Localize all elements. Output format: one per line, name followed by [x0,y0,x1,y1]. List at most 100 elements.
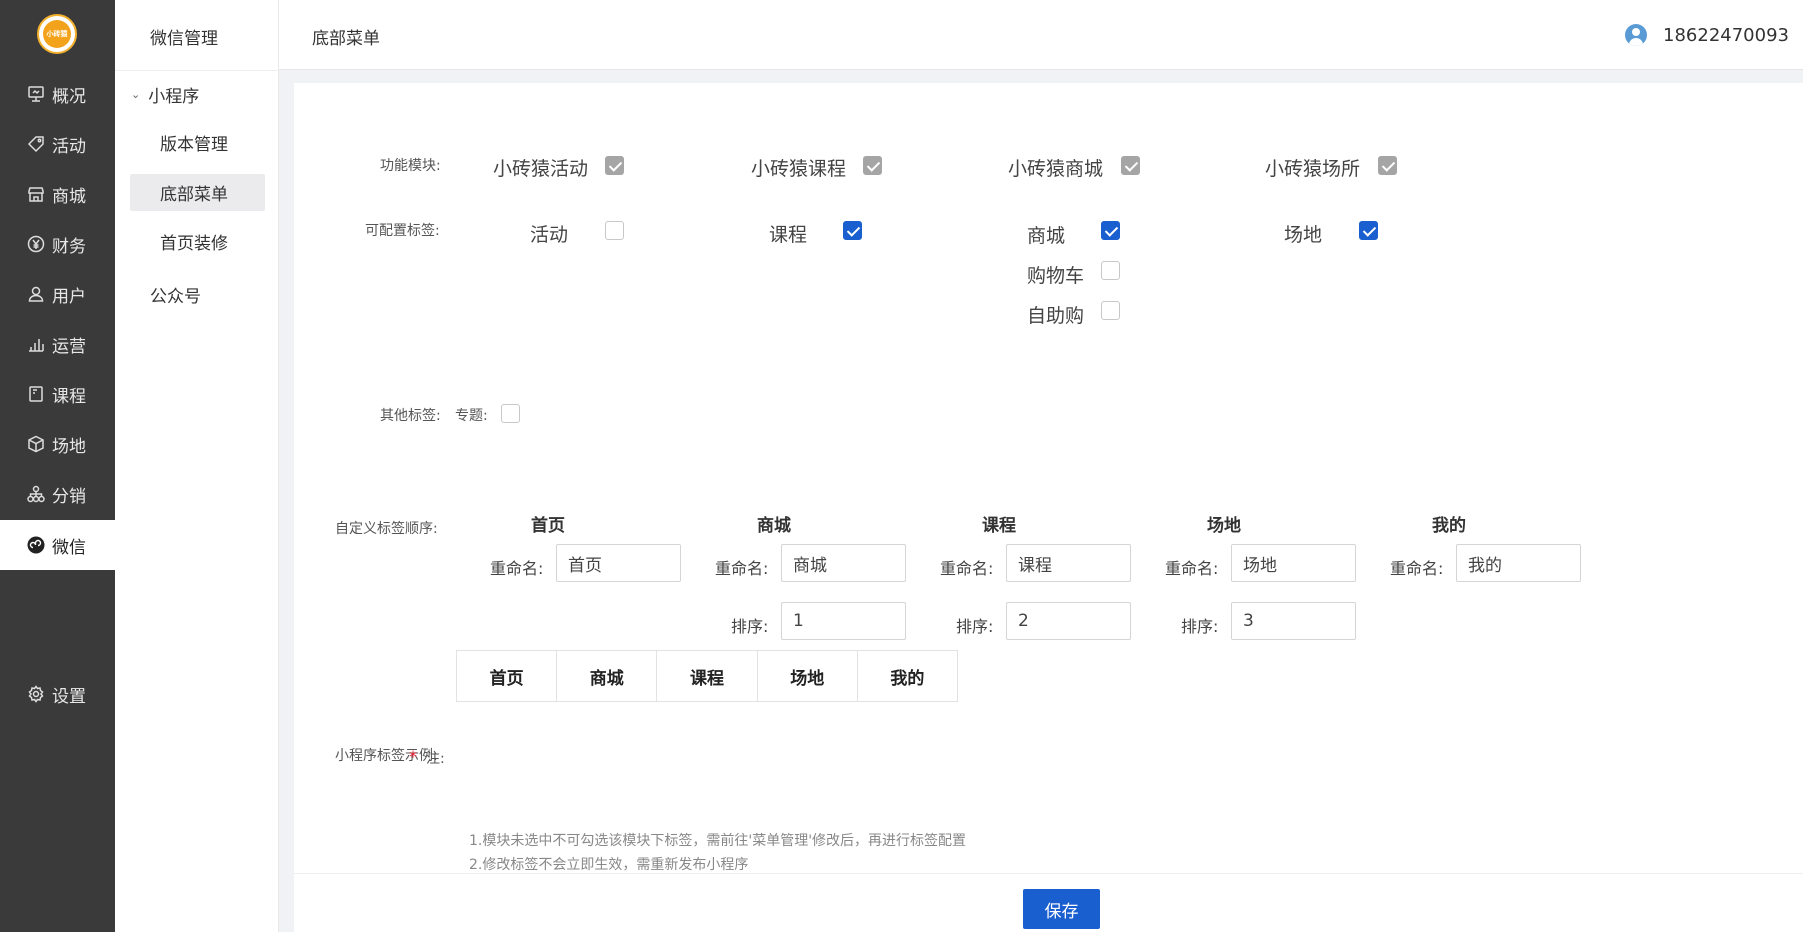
note-line-2: 2.修改标签不会立即生效，需重新发布小程序 [469,857,749,873]
config-checkbox-mall[interactable] [1101,221,1120,240]
nav-item-users[interactable]: 用户 [0,269,115,319]
preview-tab-course: 课程 [657,651,758,701]
user-phone: 18622470093 [1663,24,1789,46]
nav-label: 场地 [52,436,86,457]
rename-input-venue[interactable] [1231,544,1356,582]
nav-item-venue[interactable]: 场地 [0,419,115,469]
nav-label: 分销 [52,486,86,507]
nav-label: 用户 [52,286,86,307]
module-checkbox-course[interactable] [863,156,882,175]
column-title-course: 课程 [982,516,1016,536]
subnav-group-label: 小程序 [148,87,200,107]
note-line-1: 1.模块未选中不可勾选该模块下标签，需前往'菜单管理'修改后，再进行标签配置 [469,833,967,849]
column-title-home: 首页 [531,516,565,536]
user-menu[interactable]: 18622470093 [1625,24,1789,46]
tag-icon [26,134,46,154]
nav-item-operations[interactable]: 运营 [0,319,115,369]
save-button[interactable]: 保存 [1023,889,1100,929]
gear-icon [26,684,46,704]
topic-checkbox[interactable] [501,404,520,423]
nav-label: 概况 [52,86,86,107]
nav-item-course[interactable]: 课程 [0,369,115,419]
book-icon [26,384,46,404]
sort-input-venue[interactable] [1231,602,1356,640]
nav-item-distribution[interactable]: 分销 [0,469,115,519]
sort-label: 排序: [1181,617,1219,636]
module-label-venue: 小砖猿场所 [1265,158,1361,180]
preview-label: 小程序标签示例: [335,748,438,764]
config-label-cart: 购物车 [1027,265,1085,287]
preview-tab-mall: 商城 [557,651,658,701]
user-icon [26,284,46,304]
content-card: 功能模块: 小砖猿活动 小砖猿课程 小砖猿商城 小砖猿场所 可配置标签: 活动 … [294,83,1803,932]
required-star: * [409,747,417,766]
nav-label: 设置 [52,686,86,707]
nav-label: 财务 [52,236,86,257]
nav-item-activity[interactable]: 活动 [0,119,115,169]
rename-input-home[interactable] [556,544,681,582]
subnav-title: 微信管理 [150,29,218,49]
rename-input-course[interactable] [1006,544,1131,582]
note-label: 注: [426,751,445,767]
config-label: 可配置标签: [365,223,440,239]
module-checkbox-mall[interactable] [1121,156,1140,175]
store-icon [26,184,46,204]
rename-input-mine[interactable] [1456,544,1581,582]
subnav-item-official-account[interactable]: 公众号 [150,282,201,307]
config-checkbox-self-checkout[interactable] [1101,301,1120,320]
config-label-venue: 场地 [1284,224,1323,246]
topic-label: 专题: [455,408,488,424]
monitor-icon [26,84,46,104]
page-title: 底部菜单 [312,29,380,49]
config-checkbox-cart[interactable] [1101,261,1120,280]
config-label-mall: 商城 [1027,225,1066,247]
nav-label: 活动 [52,136,86,157]
nav-item-overview[interactable]: 概况 [0,69,115,119]
network-icon [26,484,46,504]
preview-tab-mine: 我的 [890,668,925,689]
rename-label: 重命名: [1390,559,1444,578]
config-checkbox-venue[interactable] [1359,221,1378,240]
nav-item-mall[interactable]: 商城 [0,169,115,219]
sort-input-course[interactable] [1006,602,1131,640]
module-checkbox-activity[interactable] [605,156,624,175]
module-label-mall: 小砖猿商城 [1008,158,1104,180]
sort-input-mall[interactable] [781,602,906,640]
nav-item-wechat[interactable]: 微信 [0,520,115,570]
preview-tab-venue: 场地 [758,651,858,701]
rename-label: 重命名: [1165,559,1219,578]
config-label-activity: 活动 [530,224,569,246]
subnav-item-bottom-menu[interactable]: 底部菜单 [130,174,265,211]
top-header: 底部菜单 18622470093 [279,0,1803,70]
rename-label: 重命名: [490,559,544,578]
rename-label: 重命名: [940,559,994,578]
column-title-mall: 商城 [757,516,791,536]
preview-tab-home: 首页 [457,651,558,701]
module-label-course: 小砖猿课程 [751,158,847,180]
subnav-item-version[interactable]: 版本管理 [130,124,265,161]
sort-label: 排序: [731,617,769,636]
chevron-down-icon: ⌄ [131,88,141,101]
bar-chart-icon [26,334,46,354]
nav-item-finance[interactable]: 财务 [0,219,115,269]
yen-icon [26,234,46,254]
avatar [1625,24,1648,46]
rename-input-mall[interactable] [781,544,906,582]
order-label: 自定义标签顺序: [335,521,438,537]
config-checkbox-activity[interactable] [605,221,624,240]
subnav-group-miniprogram[interactable]: ⌄ 小程序 [131,82,199,107]
subnav-item-home-decor[interactable]: 首页装修 [130,223,265,260]
nav-item-settings[interactable]: 设置 [0,669,115,719]
config-checkbox-course[interactable] [843,221,862,240]
brand-logo[interactable]: 小砖猿 [37,14,77,54]
config-label-course: 课程 [769,224,808,246]
nav-label: 课程 [52,386,86,407]
sub-sidebar: 微信管理 ⌄ 小程序 版本管理 底部菜单 首页装修 公众号 [115,0,279,932]
tabbar-preview: 首页 商城 课程 场地 我的 [456,650,958,702]
sort-label: 排序: [956,617,994,636]
cube-icon [26,434,46,454]
main-nav: 小砖猿 概况 活动 商城 财务 用户 运营 课程 场地 分销 微信 设置 [0,0,115,932]
column-title-venue: 场地 [1207,516,1241,536]
nav-label: 微信 [52,537,86,558]
module-checkbox-venue[interactable] [1378,156,1397,175]
